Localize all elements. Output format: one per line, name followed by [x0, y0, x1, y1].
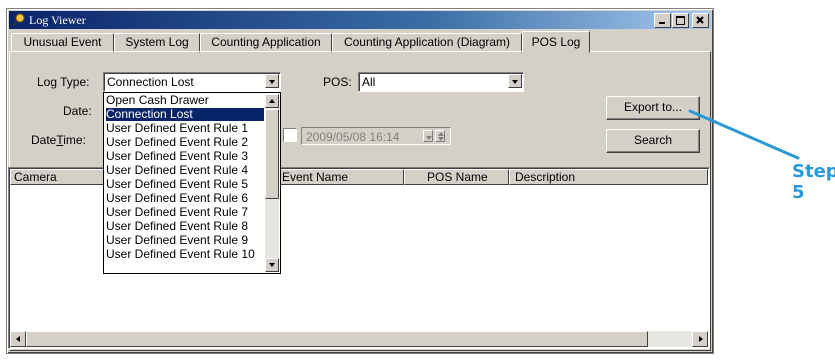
dropdown-option[interactable]: Open Cash Drawer [106, 94, 264, 107]
scroll-up-button[interactable] [265, 94, 279, 108]
tab-pos-log[interactable]: POS Log [522, 31, 590, 53]
dropdown-option[interactable]: User Defined Event Rule 5 [106, 178, 264, 191]
scroll-down-button[interactable] [265, 258, 279, 272]
dropdown-option[interactable]: User Defined Event Rule 8 [106, 220, 264, 233]
dropdown-option-selected[interactable]: Connection Lost [105, 107, 265, 122]
scroll-up-icon [269, 99, 275, 103]
dropdown-scrollbar[interactable] [265, 94, 279, 272]
dropdown-scroll-thumb[interactable] [265, 109, 279, 199]
step-callout-label: Step 5 [792, 161, 835, 203]
dropdown-option[interactable]: User Defined Event Rule 4 [106, 164, 264, 177]
dropdown-option[interactable]: User Defined Event Rule 10 [106, 248, 264, 261]
dropdown-option[interactable]: User Defined Event Rule 1 [106, 122, 264, 135]
dropdown-option[interactable]: User Defined Event Rule 6 [106, 192, 264, 205]
dropdown-option[interactable]: User Defined Event Rule 3 [106, 150, 264, 163]
dropdown-option[interactable]: User Defined Event Rule 7 [106, 206, 264, 219]
scroll-down-icon [269, 263, 275, 267]
tab-label: POS Log [531, 35, 581, 49]
dropdown-option[interactable]: User Defined Event Rule 2 [106, 136, 264, 149]
log-type-dropdown-list[interactable]: Open Cash Drawer Connection Lost User De… [103, 92, 281, 274]
dropdown-option[interactable]: User Defined Event Rule 9 [106, 234, 264, 247]
